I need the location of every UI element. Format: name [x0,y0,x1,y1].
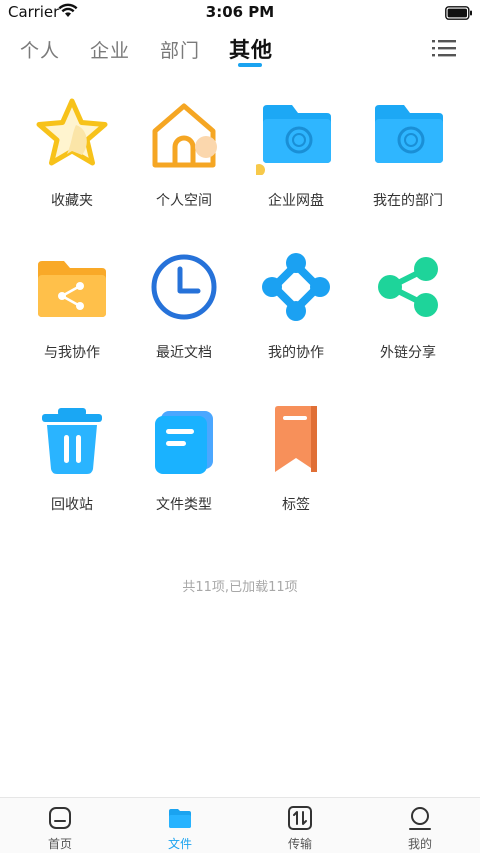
transfer-icon [288,806,312,830]
menu-list-icon[interactable] [432,38,456,58]
item-count-text: 共11项,已加载11项 [182,580,298,595]
grid-item-label: 个人空间 [156,193,212,209]
profile-icon [409,807,431,830]
nav-label: 我的 [407,837,432,851]
tab-personal[interactable]: 个人 [20,36,60,63]
nav-label: 首页 [47,837,72,851]
tab-other[interactable]: 其他 [229,34,273,64]
home-icon [49,807,71,829]
grid-item-label: 与我协作 [44,345,100,361]
nav-item-profile[interactable]: 我的 [360,798,480,853]
department-folder-icon [375,105,443,163]
grid-item-favorites[interactable]: 收藏夹 [13,90,131,230]
share-icon [378,257,438,317]
battery-icon [445,5,473,24]
star-icon [36,98,108,166]
grid-item-external-share[interactable]: 外链分享 [349,242,467,382]
grid-item-shared-with-me[interactable]: 与我协作 [13,242,131,382]
nav-item-home[interactable]: 首页 [0,798,120,853]
tab-enterprise[interactable]: 企业 [90,36,130,63]
category-tabs: 个人 企业 部门 其他 [0,30,480,74]
grid-item-label: 最近文档 [156,345,212,361]
grid-item-label: 标签 [282,497,310,513]
grid-item-my-collaboration[interactable]: 我的协作 [237,242,355,382]
active-tab-indicator [238,63,262,67]
grid-item-label: 回收站 [51,497,93,513]
file-type-icon [155,411,213,474]
grid-item-recycle-bin[interactable]: 回收站 [13,394,131,534]
tag-icon [275,406,317,472]
trash-icon [42,408,102,474]
grid-item-my-department[interactable]: 我在的部门 [349,90,467,230]
grid-item-tags[interactable]: 标签 [237,394,355,534]
nav-label: 文件 [167,837,192,851]
grid-item-label: 文件类型 [156,497,212,513]
house-icon [152,103,217,168]
shared-folder-icon [38,261,106,317]
grid-item-personal-space[interactable]: 个人空间 [125,90,243,230]
grid-item-label: 我的协作 [268,345,324,361]
nav-item-transfer[interactable]: 传输 [240,798,360,853]
grid-item-file-types[interactable]: 文件类型 [125,394,243,534]
files-icon [169,809,191,828]
grid-item-label: 外链分享 [380,345,436,361]
nav-item-files[interactable]: 文件 [120,798,240,853]
tab-department[interactable]: 部门 [160,36,200,63]
clock-icon [151,254,217,320]
collaboration-icon [262,253,330,321]
grid-item-recent-docs[interactable]: 最近文档 [125,242,243,382]
grid-item-label: 企业网盘 [268,193,324,209]
grid-item-label: 收藏夹 [51,193,93,209]
clock-time: 3:06 PM [205,3,275,21]
enterprise-folder-icon [256,105,331,175]
bottom-nav: 首页 文件 传输 我的 [0,797,480,853]
grid-item-enterprise-disk[interactable]: 企业网盘 [237,90,355,230]
status-bar: Carrier 3:06 PM [0,0,480,24]
nav-label: 传输 [287,837,312,851]
grid-item-label: 我在的部门 [373,193,443,209]
